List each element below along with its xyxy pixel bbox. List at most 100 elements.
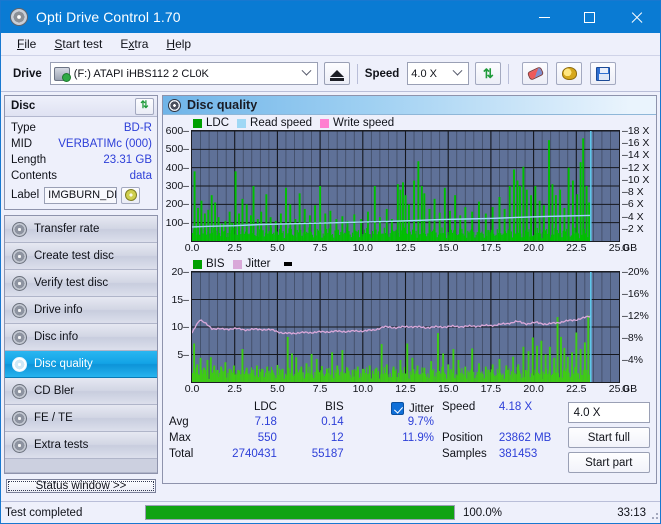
- jitter-label: Jitter: [409, 402, 434, 415]
- disc-panel: Disc ⇅ Type BD-R MID VERBATIMc (000) Len…: [4, 95, 158, 210]
- chevron-down-icon: [301, 65, 312, 76]
- sidebar-item-label: Extra tests: [34, 439, 89, 451]
- status-message: Test completed: [5, 506, 83, 519]
- eject-button[interactable]: [323, 62, 350, 85]
- menu-start-test[interactable]: Start test: [46, 35, 110, 53]
- y-tick-right: –12 X: [622, 161, 650, 174]
- stats-jitter-avg: 9.7%: [407, 416, 434, 428]
- sidebar-item-label: FE / TE: [34, 412, 73, 424]
- y-tick-left: 5–: [177, 348, 189, 361]
- start-part-button[interactable]: Start part: [567, 452, 651, 473]
- sidebar-item-label: Disc quality: [34, 358, 93, 370]
- content-panel: Disc quality LDC Read speed Write speed …: [162, 95, 657, 484]
- disc-row-length-key: Length: [11, 154, 47, 166]
- speed-value: 4.18 X: [498, 401, 533, 413]
- position-value: 23862 MB: [498, 432, 552, 444]
- y-tick-right: –6 X: [622, 198, 644, 211]
- eject-icon: [329, 70, 344, 81]
- disc-refresh-button[interactable]: ⇅: [135, 97, 154, 115]
- jitter-checkbox[interactable]: [391, 402, 405, 415]
- x-tick: 22.5: [566, 242, 587, 254]
- value-spacer: [499, 416, 568, 432]
- chart-top-x-unit: GB: [622, 242, 638, 254]
- x-tick: 22.5: [566, 383, 587, 395]
- legend-swatch-read-speed: [237, 118, 247, 128]
- titlebar: Opti Drive Control 1.70: [1, 1, 660, 33]
- sidebar-item-cd-bler[interactable]: CD Bler: [5, 378, 157, 405]
- sidebar-item-disc-quality[interactable]: Disc quality: [5, 351, 157, 378]
- stats-header-jitter: Jitter: [344, 401, 434, 416]
- stats-bis-total: 55187: [311, 448, 344, 460]
- transfer-rate-icon: [12, 221, 27, 237]
- disc-label-field[interactable]: IMGBURN_DIS: [44, 186, 118, 204]
- chart-bottom-y-axis-right: –4% –8% –12% –16% –20%: [620, 266, 654, 383]
- nav-list: Transfer rate Create test disc Verify te…: [4, 215, 158, 474]
- progress-percent: 100.0%: [463, 506, 503, 519]
- sidebar-item-disc-info[interactable]: Disc info: [5, 324, 157, 351]
- disc-panel-title: Disc: [11, 100, 36, 112]
- sidebar-item-transfer-rate[interactable]: Transfer rate: [5, 216, 157, 243]
- stats-spacer: [169, 401, 210, 416]
- stats-row-labels: Avg Max Total: [169, 401, 210, 483]
- disc-row-type-value: BD-R: [123, 122, 152, 134]
- status-window-button[interactable]: Status window >>: [6, 479, 156, 493]
- sidebar-item-label: CD Bler: [34, 385, 75, 397]
- chevron-down-icon: [452, 65, 463, 76]
- close-button[interactable]: [612, 1, 660, 33]
- chart-top-plot[interactable]: [191, 130, 620, 242]
- save-icon: [596, 66, 611, 81]
- sidebar-item-label: Transfer rate: [34, 223, 100, 235]
- stats-ldc-avg: 7.18: [254, 416, 277, 428]
- disc-label-icon-button[interactable]: [121, 186, 141, 204]
- x-tick: 2.5: [227, 242, 242, 254]
- window-controls: [522, 1, 660, 33]
- disc-row-mid: MID VERBATIMc (000): [11, 136, 152, 152]
- statusbar: Test completed 100.0% 33:13: [1, 501, 660, 523]
- refresh-button[interactable]: ⇅: [475, 62, 502, 85]
- legend-end-marker: [284, 262, 293, 266]
- x-tick: 5.0: [270, 383, 285, 395]
- resize-grip[interactable]: [649, 510, 659, 520]
- legend-swatch-bis: [193, 259, 202, 269]
- start-full-button[interactable]: Start full: [567, 427, 651, 448]
- disc-row-contents: Contents data: [11, 168, 152, 184]
- y-tick-right: –16 X: [622, 137, 650, 150]
- sidebar-item-create-test-disc[interactable]: Create test disc: [5, 243, 157, 270]
- menu-file[interactable]: File: [9, 35, 44, 53]
- x-tick: 10.0: [352, 242, 374, 254]
- toolbar: Drive (F:) ATAPI iHBS112 2 CL0K Speed 4.…: [1, 56, 660, 92]
- x-tick: 20.0: [523, 383, 544, 395]
- chart-bottom-x-unit-wrap: GB: [620, 383, 654, 397]
- legend-bottom: BIS Jitter: [165, 257, 654, 271]
- sidebar-item-verify-test-disc[interactable]: Verify test disc: [5, 270, 157, 297]
- sidebar-item-extra-tests[interactable]: Extra tests: [5, 432, 157, 459]
- create-test-disc-icon: [12, 248, 27, 264]
- sidebar-item-fe-te[interactable]: FE / TE: [5, 405, 157, 432]
- disc-info-icon: [12, 329, 27, 345]
- erase-button[interactable]: [522, 62, 549, 85]
- sidebar-item-drive-info[interactable]: Drive info: [5, 297, 157, 324]
- menu-help[interactable]: Help: [158, 35, 199, 53]
- chart-top-x-axis: 0.0 2.5 5.0 7.5 10.0 12.5 15.0 17.5 20.0 22.5 25.0: [185, 242, 630, 256]
- erase-icon: [526, 66, 544, 81]
- y-tick-left: 15–: [171, 293, 189, 306]
- speed-select[interactable]: 4.0 X: [407, 62, 470, 85]
- tools-button[interactable]: [556, 62, 583, 85]
- maximize-button[interactable]: [567, 1, 612, 33]
- y-tick-right: –16%: [622, 288, 649, 300]
- save-button[interactable]: [590, 62, 617, 85]
- disc-row-contents-value: data: [129, 170, 152, 182]
- page-title: Disc quality: [187, 98, 258, 112]
- minimize-button[interactable]: [522, 1, 567, 33]
- test-speed-select[interactable]: 4.0 X: [567, 402, 651, 423]
- y-tick-left: 20–: [171, 266, 189, 278]
- window-title: Opti Drive Control 1.70: [36, 9, 181, 25]
- x-tick: 0.0: [184, 242, 200, 254]
- drive-select[interactable]: (F:) ATAPI iHBS112 2 CL0K: [49, 62, 318, 85]
- drive-icon: [53, 66, 71, 82]
- stats-label-avg: Avg: [169, 416, 189, 428]
- chart-bottom-plot[interactable]: [191, 271, 620, 383]
- sidebar-item-label: Drive info: [34, 304, 83, 316]
- y-tick-left: 100–: [165, 216, 189, 229]
- menu-extra[interactable]: Extra: [112, 35, 156, 53]
